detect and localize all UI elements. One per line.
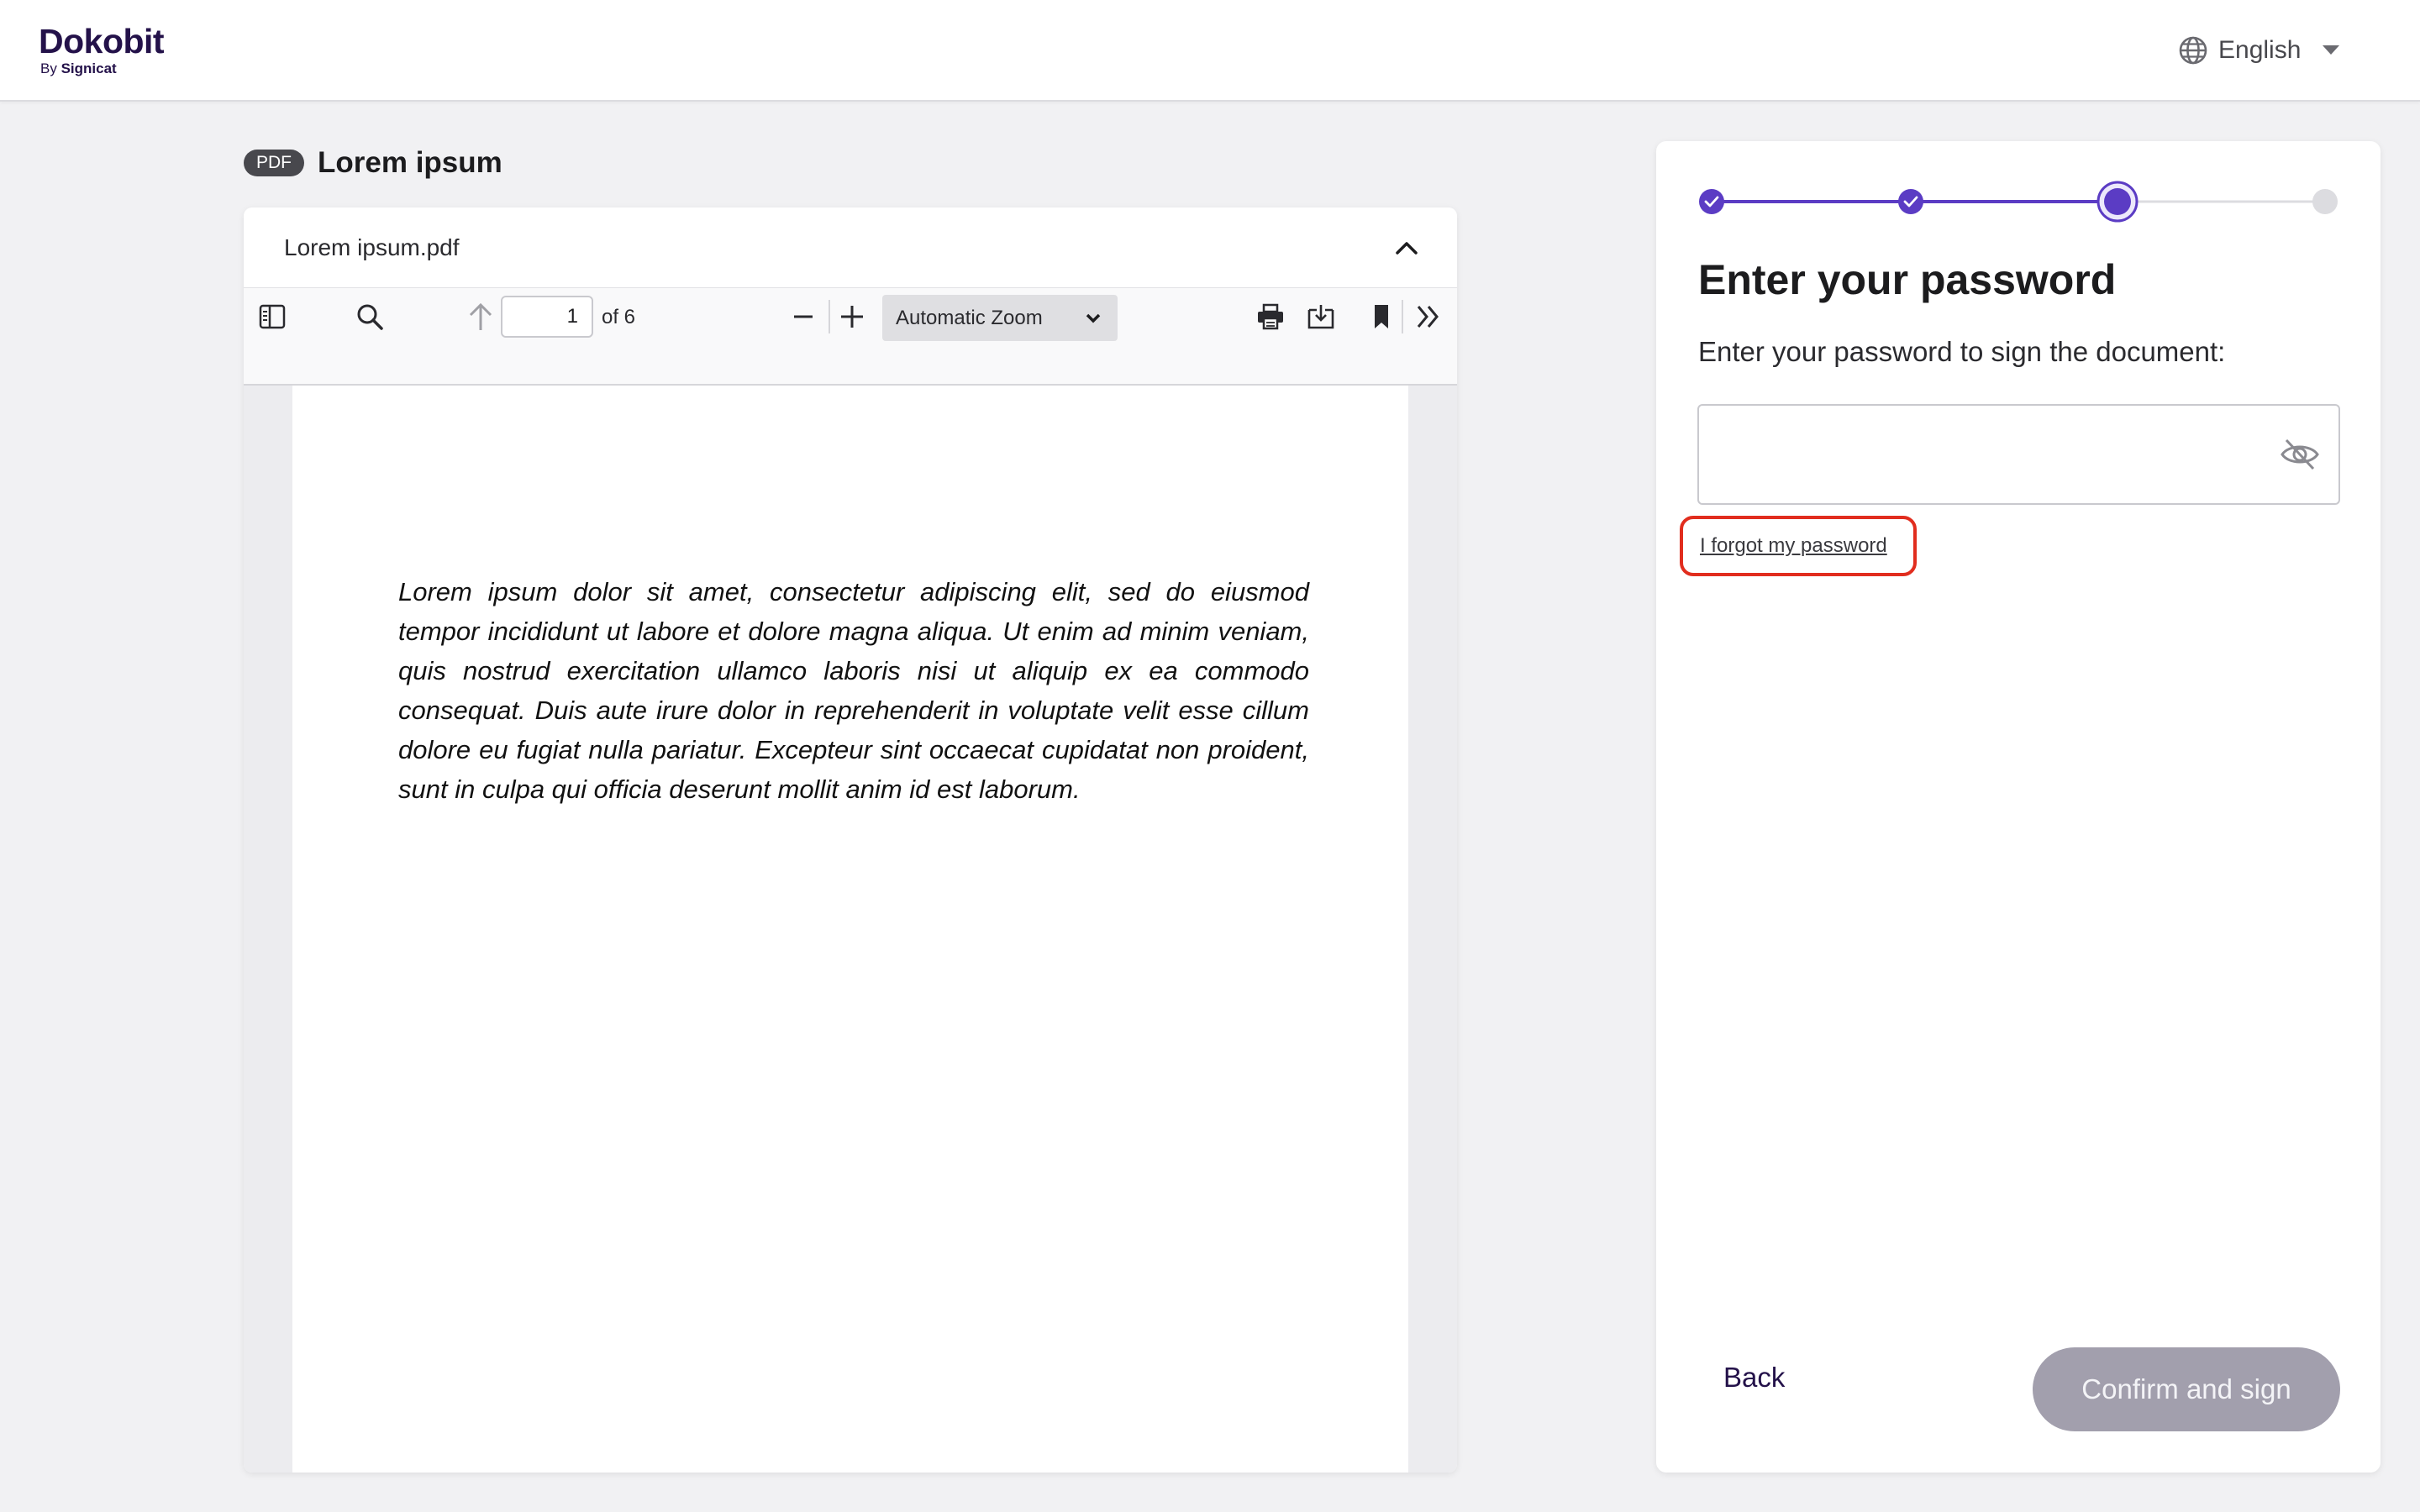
pdf-page-text: Lorem ipsum dolor sit amet, consectetur …	[398, 577, 1309, 804]
pdf-page: Lorem ipsum dolor sit amet, consectetur …	[292, 386, 1408, 1473]
arrow-up-icon	[469, 302, 492, 330]
confirm-and-sign-button[interactable]: Confirm and sign	[2033, 1347, 2340, 1431]
sidebar-icon	[259, 304, 286, 329]
print-icon	[1258, 303, 1283, 330]
pdf-canvas-area[interactable]: Lorem ipsum dolor sit amet, consectetur …	[244, 386, 1457, 1473]
download-button[interactable]	[1302, 288, 1339, 345]
sidebar-toggle-button[interactable]	[255, 288, 289, 345]
print-button[interactable]	[1252, 288, 1289, 345]
page-number-input[interactable]	[501, 296, 593, 338]
bookmark-button[interactable]	[1365, 288, 1398, 345]
double-chevron-right-icon	[1417, 306, 1439, 328]
document-viewer: Lorem ipsum.pdf 1 of 6 Automatic Zoom Lo…	[244, 207, 1457, 1473]
zoom-select[interactable]: Automatic Zoom	[882, 295, 1118, 341]
previous-page-button[interactable]	[464, 288, 497, 345]
panel-title: Enter your password	[1698, 256, 2117, 303]
file-name: Lorem ipsum.pdf	[284, 234, 460, 260]
caret-down-icon	[2323, 45, 2340, 55]
search-icon	[357, 304, 383, 330]
language-selector[interactable]: English	[2178, 32, 2340, 69]
toolbar-separator	[1402, 300, 1403, 333]
forgot-password-highlight: I forgot my password	[1680, 516, 1917, 576]
document-title: Lorem ipsum	[318, 146, 502, 179]
dokobit-logo[interactable]: Dokobit By Signicat	[39, 22, 165, 77]
download-icon	[1307, 305, 1334, 329]
password-field[interactable]	[1697, 404, 2340, 505]
signing-panel: Enter your password Enter your password …	[1656, 141, 2381, 1473]
zoom-out-button[interactable]	[786, 288, 820, 345]
bookmark-icon	[1375, 305, 1388, 328]
logo-by: By	[40, 60, 57, 76]
document-title-row: PDF Lorem ipsum	[244, 146, 502, 180]
eye-off-icon	[2281, 438, 2319, 470]
toolbar-separator	[829, 300, 830, 333]
toggle-password-visibility[interactable]	[2279, 436, 2321, 473]
file-type-badge: PDF	[244, 150, 304, 176]
pdf-toolbar: of 6 Automatic Zoom	[244, 287, 1457, 386]
forgot-password-link[interactable]: I forgot my password	[1700, 534, 1887, 558]
page-count: of 6	[602, 306, 636, 328]
logo-wordmark: Dokobit	[39, 22, 165, 60]
language-label: English	[2218, 36, 2302, 64]
zoom-value: Automatic Zoom	[896, 306, 1043, 329]
logo-company: Signicat	[60, 60, 117, 76]
globe-icon	[2178, 35, 2208, 66]
collapse-button[interactable]	[1390, 231, 1423, 265]
step-1-complete	[1699, 189, 1724, 214]
more-tools-button[interactable]	[1410, 288, 1447, 345]
viewer-header[interactable]: Lorem ipsum.pdf	[244, 207, 1457, 287]
back-button[interactable]: Back	[1723, 1362, 1785, 1394]
step-4-pending	[2312, 189, 2338, 214]
panel-description: Enter your password to sign the document…	[1698, 336, 2226, 367]
step-2-complete	[1898, 189, 1923, 214]
logo-tagline: By Signicat	[40, 60, 164, 77]
zoom-in-button[interactable]	[835, 288, 869, 345]
chevron-up-icon	[1396, 241, 1418, 255]
search-button[interactable]	[353, 288, 387, 345]
progress-stepper	[1699, 181, 2338, 223]
step-3-current	[2104, 188, 2131, 215]
top-header: Dokobit By Signicat English	[0, 0, 2420, 102]
plus-icon	[841, 306, 863, 328]
password-input[interactable]	[1699, 406, 2254, 503]
chevron-down-icon	[1086, 313, 1101, 323]
minus-icon	[794, 315, 813, 318]
